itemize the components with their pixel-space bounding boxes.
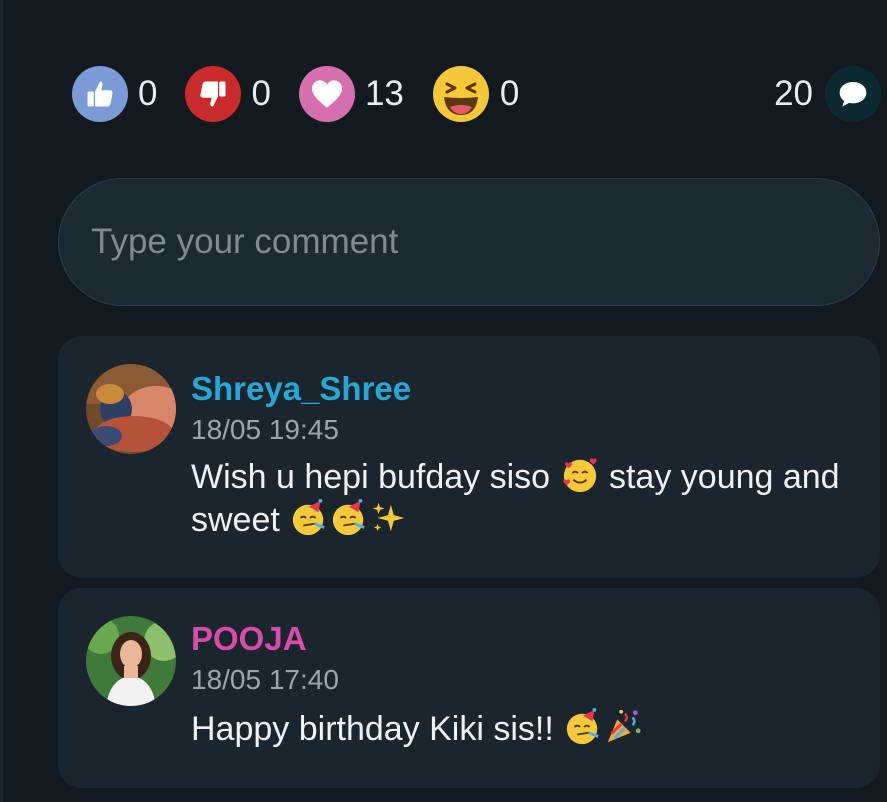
comment-card: Shreya_Shree 18/05 19:45 Wish u hepi buf… — [58, 336, 880, 578]
like-reaction-button[interactable]: 0 — [72, 66, 157, 122]
comment-card: POOJA 18/05 17:40 Happy birthday Kiki si… — [58, 588, 880, 788]
haha-reaction-button[interactable]: 0 — [432, 65, 519, 123]
haha-count: 0 — [499, 74, 520, 113]
comment-author[interactable]: POOJA — [191, 620, 307, 658]
comment-text-part1: Happy birthday Kiki sis!! — [191, 710, 564, 748]
sparkles-emoji — [373, 502, 405, 532]
comment-timestamp: 18/05 19:45 — [191, 414, 339, 445]
left-edge-divider — [0, 0, 3, 802]
comments-count: 20 — [774, 74, 813, 113]
like-reaction-circle — [72, 66, 128, 122]
smiling-face-with-hearts-emoji — [562, 458, 597, 493]
thumbs-down-icon — [200, 81, 226, 107]
comments-count-button[interactable]: 20 — [774, 66, 881, 122]
comment-bubble-icon — [839, 82, 867, 107]
party-popper-emoji — [608, 709, 641, 743]
thumbs-up-icon — [87, 81, 113, 107]
avatar-image — [86, 364, 176, 454]
avatar[interactable] — [86, 364, 176, 454]
comment-input-container[interactable] — [58, 178, 880, 306]
love-count: 13 — [364, 74, 404, 113]
comment-text: Wish u hepi bufday siso stay young and s… — [191, 456, 851, 542]
dislike-reaction-circle — [185, 66, 242, 122]
partying-face-emoji — [567, 708, 599, 745]
dislike-count: 0 — [251, 74, 271, 113]
comment-text-part1: Wish u hepi bufday siso — [191, 458, 560, 496]
avatar-image — [86, 616, 176, 706]
reactions-bar: 0 0 13 0 20 — [72, 66, 881, 122]
love-reaction-button[interactable]: 13 — [298, 66, 404, 122]
comments-count-circle — [825, 66, 881, 122]
laughing-face-icon — [432, 66, 489, 122]
love-reaction-circle — [298, 66, 355, 122]
partying-face-emoji — [333, 499, 365, 536]
dislike-reaction-button[interactable]: 0 — [185, 66, 271, 122]
comment-input[interactable] — [89, 221, 879, 263]
avatar[interactable] — [86, 616, 176, 706]
like-count: 0 — [138, 74, 158, 113]
partying-face-emoji — [293, 499, 325, 536]
comment-author[interactable]: Shreya_Shree — [191, 370, 411, 408]
comment-timestamp: 18/05 17:40 — [191, 664, 339, 695]
heart-icon — [311, 80, 342, 108]
comment-text: Happy birthday Kiki sis!! — [191, 708, 851, 751]
